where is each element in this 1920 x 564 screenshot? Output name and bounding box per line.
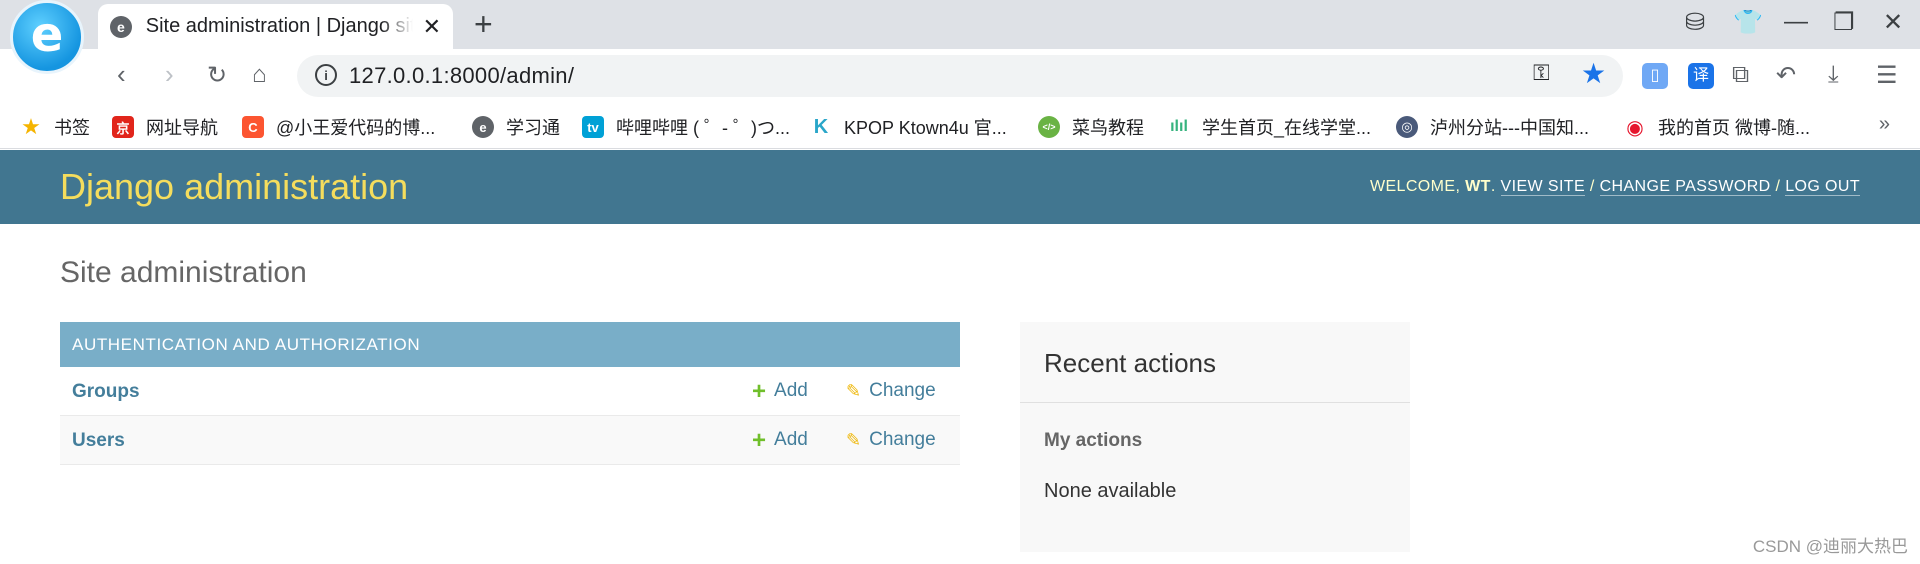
app-caption[interactable]: AUTHENTICATION AND AUTHORIZATION [60, 322, 960, 367]
bookmark-label: 书签 [54, 118, 90, 138]
url-text[interactable]: 127.0.0.1:8000/admin/ [349, 63, 574, 89]
bookmark-label: 哔哩哔哩 ( ゜- ゜)つ... [616, 118, 790, 138]
ktown-icon: K [813, 115, 829, 138]
bookmark-label: 我的首页 微博-随... [1658, 118, 1810, 138]
change-label: Change [869, 429, 936, 450]
view-site-link[interactable]: VIEW SITE [1500, 178, 1586, 196]
weibo-icon: ◉ [1626, 116, 1644, 139]
browser-tab[interactable]: e Site administration | Django site admi… [98, 4, 453, 49]
bookmark-item[interactable]: ★ 书签 [20, 114, 90, 140]
user-tools: WELCOME, WT. VIEW SITE / CHANGE PASSWORD… [1369, 178, 1860, 196]
mouse-extension-icon[interactable]: ▯ [1642, 63, 1668, 89]
table-row: Groups + Add ✎ Change [60, 367, 960, 416]
bookmark-item[interactable]: </> 菜鸟教程 [1038, 114, 1144, 140]
undo-icon[interactable]: ↶ [1776, 61, 1796, 90]
cnki-icon: ◎ [1396, 116, 1418, 138]
bookmark-label: 泸州分站---中国知... [1430, 118, 1589, 138]
minimize-icon[interactable]: — [1784, 8, 1808, 36]
site-branding[interactable]: Django administration [60, 166, 408, 208]
bookmark-label: 学习通 [506, 118, 560, 138]
bookmark-item[interactable]: e 学习通 [472, 114, 560, 140]
browser-tab-bar: e Site administration | Django site admi… [0, 0, 1920, 49]
browser-toolbar: ‹ › ↻ ⌂ i 127.0.0.1:8000/admin/ ⚿ ★ ▯ 译 … [0, 49, 1920, 103]
add-groups-button[interactable]: + Add [752, 377, 808, 405]
app-module-auth: AUTHENTICATION AND AUTHORIZATION Groups … [60, 322, 960, 465]
bookmark-item[interactable]: ◎ 泸州分站---中国知... [1396, 114, 1589, 140]
address-bar[interactable]: i 127.0.0.1:8000/admin/ ⚿ ★ [297, 55, 1623, 97]
browser-logo-icon[interactable]: e [10, 0, 84, 74]
my-actions-heading: My actions [1044, 430, 1143, 451]
tab-favicon-icon: e [110, 15, 132, 38]
username: WT [1465, 178, 1491, 195]
page-title: Site administration [60, 256, 307, 289]
star-icon: ★ [21, 114, 41, 139]
bookmark-item[interactable]: K KPOP Ktown4u 官... [810, 114, 1007, 140]
bilibili-icon: tv [582, 116, 604, 138]
plus-icon: + [752, 377, 767, 405]
shirt-icon[interactable]: 👕 [1733, 8, 1763, 37]
change-users-button[interactable]: ✎ Change [846, 429, 936, 451]
menu-icon[interactable]: ☰ [1876, 61, 1898, 90]
close-window-icon[interactable]: ✕ [1883, 8, 1903, 37]
log-out-link[interactable]: LOG OUT [1785, 178, 1860, 196]
key-icon[interactable]: ⚿ [1533, 60, 1550, 86]
translate-extension-icon[interactable]: 译 [1688, 63, 1714, 89]
watermark: CSDN @迪丽大热巴 [1752, 537, 1908, 556]
recent-actions-panel: Recent actions My actions None available [1020, 322, 1410, 552]
plus-icon: + [752, 426, 767, 454]
table-row: Users + Add ✎ Change [60, 416, 960, 465]
admin-header: Django administration WELCOME, WT. VIEW … [0, 150, 1920, 224]
back-icon[interactable]: ‹ [117, 59, 126, 90]
change-label: Change [869, 380, 936, 401]
none-available-text: None available [1044, 480, 1177, 502]
add-label: Add [774, 380, 808, 401]
download-icon[interactable]: ⤓ [1828, 61, 1839, 89]
divider [1020, 402, 1410, 403]
site-info-icon[interactable]: i [315, 64, 337, 86]
bookmark-item[interactable]: ılıl 学生首页_在线学堂... [1168, 114, 1371, 140]
bookmark-label: 菜鸟教程 [1072, 118, 1144, 138]
change-groups-button[interactable]: ✎ Change [846, 380, 936, 402]
csdn-icon: C [242, 116, 264, 138]
bookmark-label: 网址导航 [146, 118, 218, 138]
bookmark-label: 学生首页_在线学堂... [1202, 118, 1372, 138]
jd-icon: 京 [112, 116, 134, 138]
model-link-users[interactable]: Users [72, 430, 125, 452]
tab-title: Site administration | Django site admin [145, 15, 413, 37]
bookmark-item[interactable]: tv 哔哩哔哩 ( ゜- ゜)つ... [582, 114, 790, 140]
forward-icon[interactable]: › [165, 59, 174, 90]
pencil-icon: ✎ [846, 380, 862, 401]
bookmark-item[interactable]: ◉ 我的首页 微博-随... [1624, 114, 1810, 140]
model-link-groups[interactable]: Groups [72, 381, 140, 403]
change-password-link[interactable]: CHANGE PASSWORD [1599, 178, 1771, 196]
bookmark-item[interactable]: C @小王爱代码的博... [242, 114, 435, 140]
home-icon[interactable]: ⌂ [252, 61, 267, 89]
recent-actions-title: Recent actions [1044, 348, 1216, 378]
reload-icon[interactable]: ↻ [207, 61, 227, 90]
extensions-icon[interactable]: ⧉ [1732, 61, 1749, 89]
xuexitong-icon: e [472, 116, 494, 138]
close-tab-icon[interactable]: ✕ [423, 14, 441, 40]
bookmarks-overflow-icon[interactable]: » [1879, 113, 1890, 136]
bookmark-star-icon[interactable]: ★ [1581, 57, 1606, 90]
add-label: Add [774, 429, 808, 450]
audio-wave-icon: ılıl [1170, 118, 1188, 135]
bookmark-label: @小王爱代码的博... [276, 118, 436, 138]
bookmark-label: KPOP Ktown4u 官... [844, 118, 1007, 138]
pencil-icon: ✎ [846, 429, 862, 450]
welcome-text: WELCOME, [1369, 178, 1466, 195]
collections-icon[interactable]: ⛁ [1685, 8, 1705, 37]
bookmark-item[interactable]: 京 网址导航 [112, 114, 218, 140]
restore-icon[interactable]: ❐ [1833, 8, 1855, 37]
new-tab-icon[interactable]: + [474, 6, 493, 43]
runoob-icon: </> [1038, 116, 1060, 138]
add-users-button[interactable]: + Add [752, 426, 808, 454]
bookmarks-bar: ★ 书签 京 网址导航 C @小王爱代码的博... e 学习通 tv 哔哩哔哩 … [0, 103, 1920, 149]
